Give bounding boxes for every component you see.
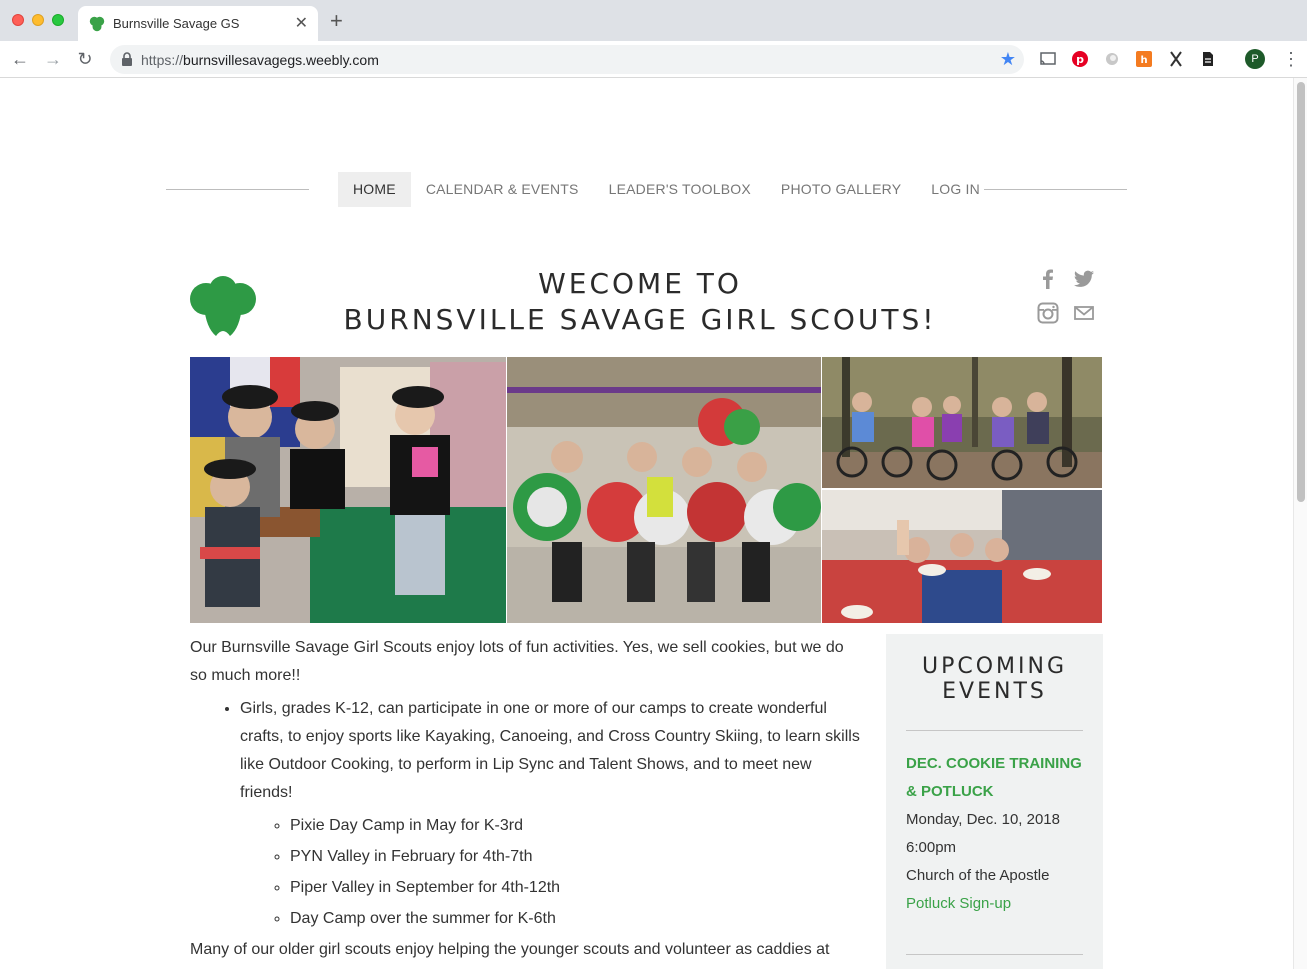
bike-ride-photo[interactable] <box>822 357 1102 488</box>
scrollbar-thumb[interactable] <box>1297 82 1305 502</box>
browser-toolbar: ← → ↻ https://burnsvillesavagegs.weebly.… <box>0 41 1307 78</box>
sleepover-photo[interactable] <box>822 490 1102 623</box>
profile-avatar[interactable]: P <box>1245 49 1265 69</box>
instagram-icon[interactable] <box>1037 302 1059 324</box>
reload-icon[interactable]: ↻ <box>75 49 95 69</box>
list-item: PYN Valley in February for 4th-7th <box>290 843 860 871</box>
potluck-signup-link[interactable]: Potluck Sign-up <box>906 895 1011 912</box>
list-item: Girls, grades K-12, can participate in o… <box>240 695 860 933</box>
new-tab-icon[interactable]: + <box>330 10 343 32</box>
ornament-craft-photo[interactable] <box>507 357 821 623</box>
sidebar-title: UPCOMING EVENTS <box>921 654 1068 704</box>
nav-divider-right <box>984 189 1127 190</box>
nav-home[interactable]: HOME <box>338 172 411 207</box>
camps-list: Pixie Day Camp in May for K-3rd PYN Vall… <box>240 812 860 933</box>
menu-kebab-icon[interactable]: ⋮ <box>1282 49 1300 69</box>
close-tab-icon[interactable]: ✕ <box>295 13 308 33</box>
page-viewport: HOME CALENDAR & EVENTS LEADER'S TOOLBOX … <box>0 78 1293 969</box>
nav-log-in[interactable]: LOG IN <box>916 172 995 207</box>
nav-leaders-toolbox[interactable]: LEADER'S TOOLBOX <box>594 172 766 207</box>
honey-extension-icon[interactable]: h <box>1135 50 1153 68</box>
twitter-icon[interactable] <box>1073 268 1095 290</box>
sidebar-divider <box>906 730 1083 731</box>
back-icon[interactable]: ← <box>10 49 30 69</box>
headline-line-2: BURNSVILLE SAVAGE GIRL SCOUTS! <box>343 303 937 336</box>
zoom-window-button[interactable] <box>52 14 64 26</box>
headline-line-1: WECOME TO <box>538 267 742 300</box>
url-text: https://burnsvillesavagegs.weebly.com <box>141 52 379 68</box>
document-extension-icon[interactable] <box>1199 50 1217 68</box>
address-bar[interactable]: https://burnsvillesavagegs.weebly.com ★ <box>110 45 1024 74</box>
nav-photo-gallery[interactable]: PHOTO GALLERY <box>766 172 916 207</box>
clipper-extension-icon[interactable] <box>1167 50 1185 68</box>
activities-bullet-text: Girls, grades K-12, can participate in o… <box>240 700 860 801</box>
trefoil-favicon-icon <box>89 16 105 32</box>
intro-paragraph-2: Many of our older girl scouts enjoy help… <box>190 941 830 958</box>
sidebar-divider <box>906 954 1083 955</box>
intro-content: Our Burnsville Savage Girl Scouts enjoy … <box>190 634 860 969</box>
list-item: Day Camp over the summer for K-6th <box>290 905 860 933</box>
bookmark-star-icon[interactable]: ★ <box>1000 49 1016 70</box>
svg-text:p: p <box>1076 53 1084 66</box>
minimize-window-button[interactable] <box>32 14 44 26</box>
main-nav: HOME CALENDAR & EVENTS LEADER'S TOOLBOX … <box>338 172 995 207</box>
nav-calendar-events[interactable]: CALENDAR & EVENTS <box>411 172 594 207</box>
event-entry: DEC. COOKIE TRAINING & POTLUCK Monday, D… <box>906 750 1096 918</box>
browser-tab[interactable]: Burnsville Savage GS ✕ <box>78 6 318 41</box>
trefoil-logo-icon[interactable] <box>190 276 256 338</box>
forward-icon[interactable]: → <box>43 49 63 69</box>
mail-icon[interactable] <box>1073 302 1095 324</box>
browser-tab-strip: Burnsville Savage GS ✕ + <box>0 0 1307 41</box>
nav-divider-left <box>166 189 309 190</box>
close-window-button[interactable] <box>12 14 24 26</box>
event-title[interactable]: DEC. COOKIE TRAINING & POTLUCK <box>906 750 1096 806</box>
circle-extension-icon[interactable] <box>1103 50 1121 68</box>
intro-paragraph: Our Burnsville Savage Girl Scouts enjoy … <box>190 639 844 684</box>
list-item: Pixie Day Camp in May for K-3rd <box>290 812 860 840</box>
event-time: 6:00pm <box>906 839 957 856</box>
cast-icon[interactable] <box>1039 50 1057 68</box>
svg-text:h: h <box>1140 55 1147 66</box>
activities-list: Girls, grades K-12, can participate in o… <box>190 695 860 933</box>
lock-icon <box>122 52 132 66</box>
tab-title: Burnsville Savage GS <box>113 16 240 31</box>
list-item: Piper Valley in September for 4th-12th <box>290 874 860 902</box>
page-headline: WECOME TO BURNSVILLE SAVAGE GIRL SCOUTS! <box>320 266 960 338</box>
cookie-booth-photo[interactable] <box>190 357 506 623</box>
facebook-icon[interactable] <box>1037 268 1059 290</box>
page-scrollbar[interactable] <box>1293 78 1307 969</box>
event-date: Monday, Dec. 10, 2018 <box>906 811 1060 828</box>
event-location: Church of the Apostle <box>906 867 1050 884</box>
pinterest-extension-icon[interactable]: p <box>1071 50 1089 68</box>
upcoming-events-sidebar: UPCOMING EVENTS DEC. COOKIE TRAINING & P… <box>886 634 1103 969</box>
